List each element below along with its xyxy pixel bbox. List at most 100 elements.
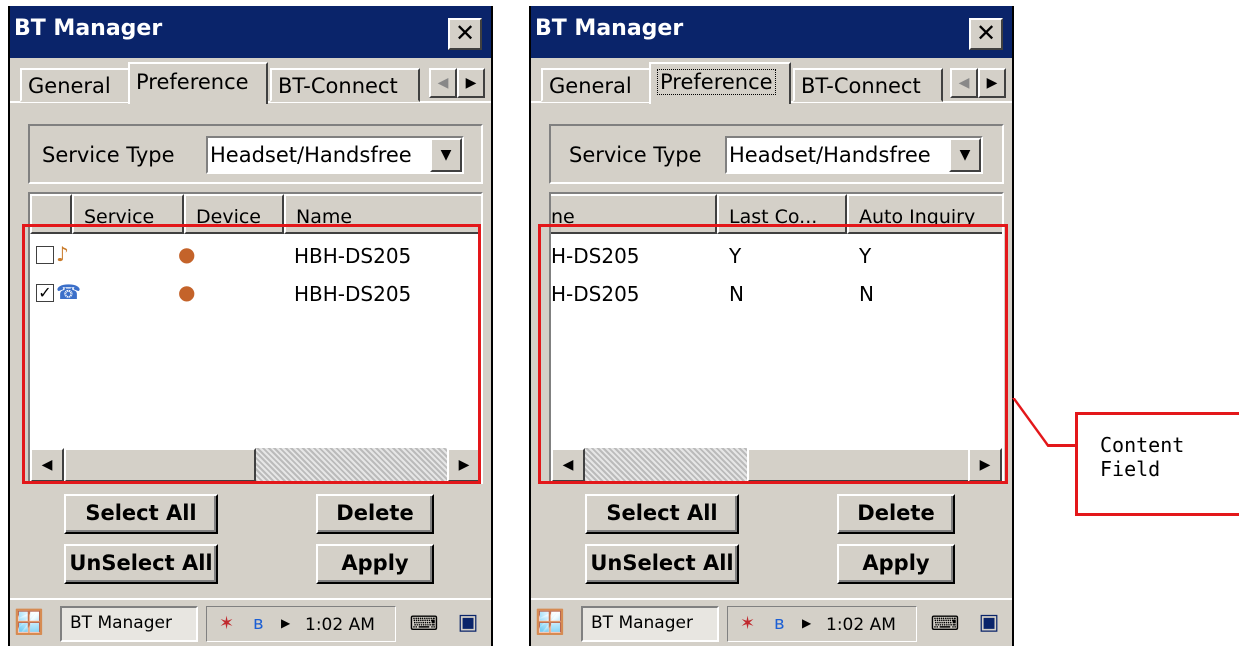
dropdown-button[interactable]: ▼	[430, 138, 462, 172]
tab-bt-connect-label: BT-Connect	[278, 74, 398, 98]
scroll-right-icon: ▶	[979, 457, 991, 473]
select-all-button[interactable]: Select All	[64, 494, 218, 534]
column-label: Last Co...	[729, 206, 818, 228]
tab-bt-connect[interactable]: BT-Connect	[793, 68, 943, 102]
keyboard-icon[interactable]: ⌨	[406, 606, 442, 642]
service-type-value: Headset/Handsfree	[210, 143, 412, 167]
right-screen: BT Manager ✕ General Preference BT-Conne…	[529, 6, 1014, 646]
column-label: ne	[551, 206, 575, 228]
column-header-device[interactable]: Device	[184, 194, 284, 234]
clock[interactable]: 1:02 AM	[305, 615, 375, 635]
tab-general-label: General	[549, 74, 632, 98]
scroll-thumb[interactable]	[64, 448, 256, 482]
taskbar: 🪟 BT Manager ✶ ʙ ▶ 1:02 AM ⌨ ▣	[531, 598, 1012, 646]
scroll-left-icon: ◀	[562, 457, 574, 473]
callout-line-1: Content	[1100, 433, 1185, 457]
service-type-select[interactable]: Headset/Handsfree ▼	[206, 136, 464, 174]
tab-preference[interactable]: Preference	[128, 62, 268, 104]
tray-arrow-icon[interactable]: ▶	[802, 616, 811, 630]
system-tray: ✶ ʙ ▶ 1:02 AM	[206, 606, 396, 642]
tab-preference-label: Preference	[657, 69, 776, 95]
apply-button[interactable]: Apply	[316, 544, 434, 584]
clock[interactable]: 1:02 AM	[826, 615, 896, 635]
dropdown-button[interactable]: ▼	[949, 138, 981, 172]
keyboard-icon[interactable]: ⌨	[927, 606, 963, 642]
column-label: Service	[84, 206, 155, 228]
horizontal-scrollbar[interactable]: ◀ ▶	[551, 448, 1002, 482]
column-header-service[interactable]: Service	[72, 194, 184, 234]
desktop-icon[interactable]: ▣	[971, 606, 1007, 642]
taskbar-app-button[interactable]: BT Manager	[60, 606, 198, 642]
unselect-all-button[interactable]: UnSelect All	[585, 544, 739, 584]
row-checkbox[interactable]	[36, 246, 54, 264]
scroll-left-button[interactable]: ◀	[551, 448, 585, 482]
network-status-icon[interactable]: ✶	[219, 613, 234, 634]
tab-scroll: ◀ ▶	[429, 68, 485, 98]
service-list: Service Device Name ♪ ● HBH-DS205 ✓ ☎ ● …	[28, 192, 483, 484]
scroll-left-icon: ◀	[41, 457, 53, 473]
dropdown-arrow-icon: ▼	[959, 147, 971, 163]
bluetooth-icon[interactable]: ʙ	[253, 613, 263, 634]
service-list: ne Last Co... Auto Inquiry H-DS205 Y Y H…	[549, 192, 1004, 484]
column-header-name[interactable]: ne	[551, 194, 717, 234]
tab-general[interactable]: General	[20, 68, 130, 102]
row-name: H-DS205	[551, 282, 640, 306]
column-header-last-connected[interactable]: Last Co...	[717, 194, 847, 234]
column-header-check[interactable]	[30, 194, 72, 234]
tab-preference-label: Preference	[136, 70, 249, 94]
row-name: H-DS205	[551, 244, 640, 268]
start-icon[interactable]: 🪟	[14, 608, 44, 636]
apply-button[interactable]: Apply	[837, 544, 955, 584]
row-name: HBH-DS205	[294, 282, 412, 306]
taskbar: 🪟 BT Manager ✶ ʙ ▶ 1:02 AM ⌨ ▣	[10, 598, 491, 646]
left-screen: BT Manager ✕ General Preference BT-Conne…	[8, 6, 493, 646]
delete-button[interactable]: Delete	[316, 494, 434, 534]
dropdown-arrow-icon: ▼	[440, 147, 452, 163]
tab-right-button[interactable]: ▶	[978, 68, 1006, 98]
row-name: HBH-DS205	[294, 244, 412, 268]
window-title: BT Manager	[535, 16, 684, 41]
tab-left-button[interactable]: ◀	[429, 68, 457, 98]
service-type-label: Service Type	[42, 143, 175, 167]
column-header-auto-inquiry[interactable]: Auto Inquiry	[847, 194, 1002, 234]
tab-left-button[interactable]: ◀	[950, 68, 978, 98]
tab-bt-connect[interactable]: BT-Connect	[270, 68, 420, 102]
scroll-right-button[interactable]: ▶	[447, 448, 481, 482]
tab-preference[interactable]: Preference	[649, 62, 791, 104]
column-label: Name	[296, 206, 353, 228]
column-label: Auto Inquiry	[859, 206, 976, 228]
horizontal-scrollbar[interactable]: ◀ ▶	[30, 448, 481, 482]
device-icon: ●	[178, 242, 196, 266]
column-header-name[interactable]: Name	[284, 194, 481, 234]
bluetooth-icon[interactable]: ʙ	[774, 613, 784, 634]
unselect-all-button[interactable]: UnSelect All	[64, 544, 218, 584]
scroll-left-button[interactable]: ◀	[30, 448, 64, 482]
service-type-select[interactable]: Headset/Handsfree ▼	[725, 136, 983, 174]
title-bar: BT Manager ✕	[531, 6, 1012, 58]
tray-arrow-icon[interactable]: ▶	[281, 616, 290, 630]
close-button[interactable]: ✕	[969, 18, 1003, 50]
taskbar-app-button[interactable]: BT Manager	[581, 606, 719, 642]
scroll-thumb[interactable]	[747, 448, 973, 482]
scroll-right-button[interactable]: ▶	[968, 448, 1002, 482]
tab-general[interactable]: General	[541, 68, 651, 102]
tab-right-button[interactable]: ▶	[457, 68, 485, 98]
row-auto-inquiry: N	[859, 282, 874, 306]
row-last-connected: Y	[729, 244, 742, 268]
scroll-right-icon: ▶	[458, 457, 470, 473]
close-icon: ✕	[454, 19, 476, 47]
service-type-group: Service Type Headset/Handsfree ▼	[28, 124, 483, 184]
select-all-button[interactable]: Select All	[585, 494, 739, 534]
row-checkbox[interactable]: ✓	[36, 284, 54, 302]
row-auto-inquiry: Y	[859, 244, 872, 268]
start-icon[interactable]: 🪟	[535, 608, 565, 636]
scroll-track[interactable]	[256, 448, 447, 482]
network-status-icon[interactable]: ✶	[740, 613, 755, 634]
column-label: Device	[196, 206, 261, 228]
desktop-icon[interactable]: ▣	[450, 606, 486, 642]
close-button[interactable]: ✕	[448, 18, 482, 50]
scroll-left-icon: ◀	[958, 75, 970, 91]
scroll-left-icon: ◀	[437, 75, 449, 91]
scroll-right-icon: ▶	[465, 75, 477, 91]
delete-button[interactable]: Delete	[837, 494, 955, 534]
